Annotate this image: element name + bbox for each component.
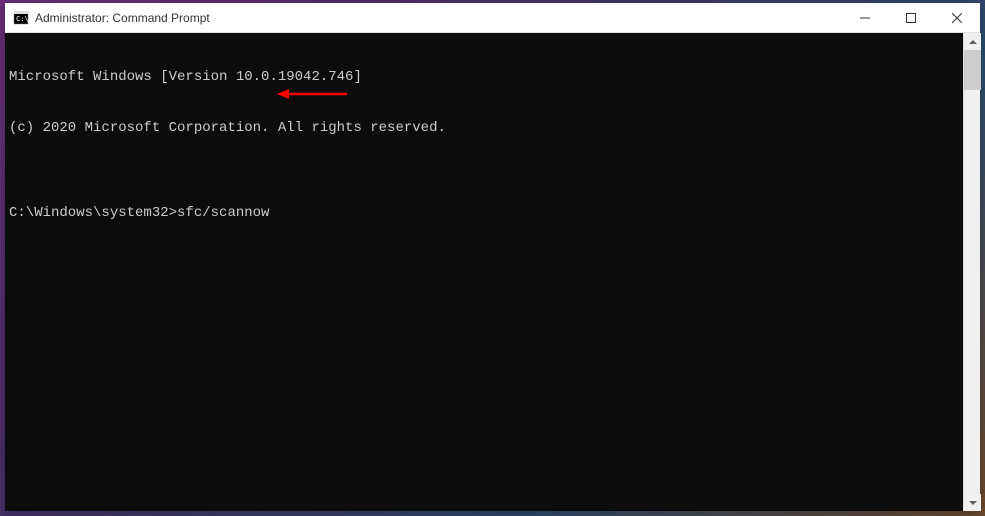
scroll-up-button[interactable] (964, 33, 981, 50)
minimize-button[interactable] (842, 3, 888, 33)
command-prompt-window: C:\ Administrator: Command Prompt Micros… (5, 3, 980, 511)
vertical-scrollbar[interactable] (963, 33, 980, 511)
titlebar[interactable]: C:\ Administrator: Command Prompt (5, 3, 980, 33)
command-prompt-icon: C:\ (13, 10, 29, 26)
close-button[interactable] (934, 3, 980, 33)
window-controls (842, 3, 980, 32)
maximize-button[interactable] (888, 3, 934, 33)
command-input[interactable]: sfc/scannow (177, 205, 269, 222)
terminal-output[interactable]: Microsoft Windows [Version 10.0.19042.74… (5, 33, 963, 511)
terminal-line: Microsoft Windows [Version 10.0.19042.74… (9, 69, 959, 86)
terminal-line: (c) 2020 Microsoft Corporation. All righ… (9, 120, 959, 137)
scroll-down-button[interactable] (964, 494, 981, 511)
scrollbar-thumb[interactable] (964, 50, 981, 90)
content-wrapper: Microsoft Windows [Version 10.0.19042.74… (5, 33, 980, 511)
svg-text:C:\: C:\ (16, 15, 29, 23)
prompt-text: C:\Windows\system32> (9, 205, 177, 222)
window-title: Administrator: Command Prompt (35, 11, 842, 25)
prompt-line: C:\Windows\system32>sfc/scannow (9, 205, 959, 222)
